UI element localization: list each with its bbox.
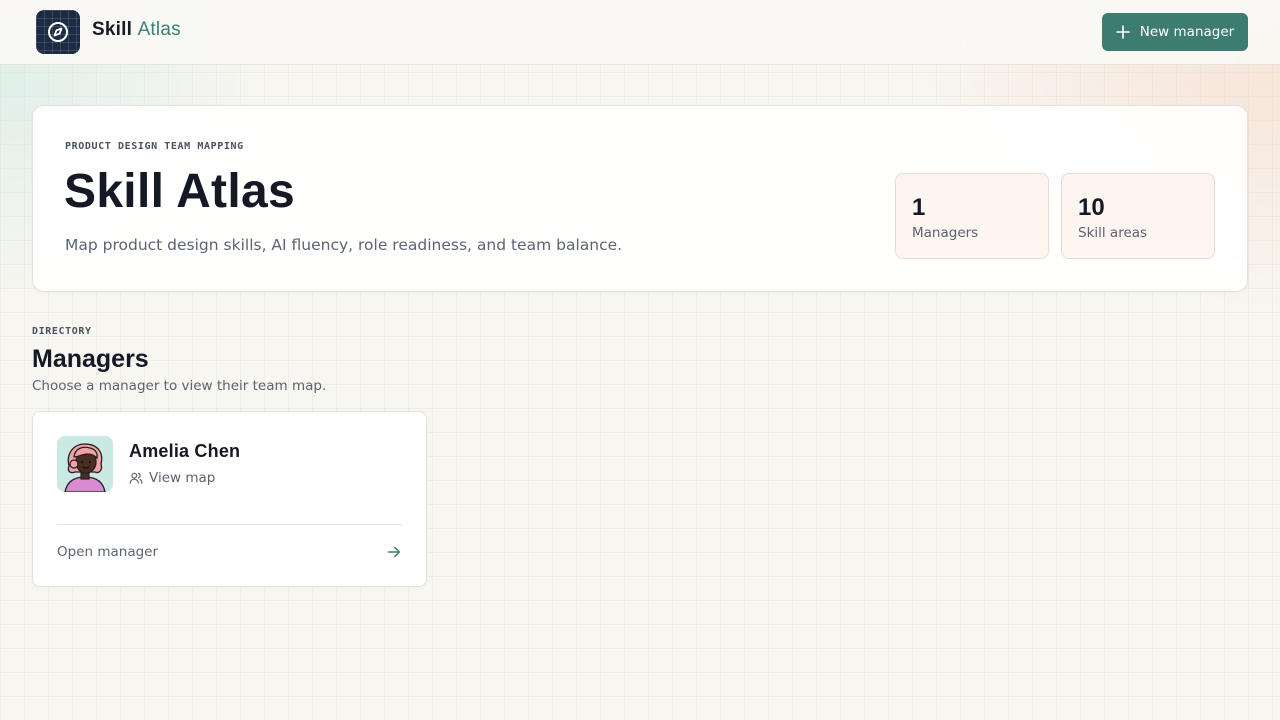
users-icon: [129, 472, 143, 484]
stat-managers: 1 Managers: [895, 173, 1049, 259]
brand-accent: Atlas: [137, 19, 181, 40]
avatar: [57, 436, 113, 492]
compass-icon: [48, 22, 68, 42]
directory-eyebrow: DIRECTORY: [32, 326, 92, 337]
stat-value: 1: [912, 194, 926, 221]
directory-subtitle: Choose a manager to view their team map.: [32, 378, 327, 394]
hero-eyebrow: PRODUCT DESIGN TEAM MAPPING: [65, 141, 244, 152]
stat-value: 10: [1078, 194, 1105, 221]
card-divider: [57, 524, 403, 525]
hero-card: PRODUCT DESIGN TEAM MAPPING Skill Atlas …: [32, 105, 1248, 292]
avatar-illustration: [57, 436, 113, 492]
view-map-label: View map: [149, 470, 216, 486]
brand-primary: Skill: [92, 19, 133, 40]
page-title: Skill Atlas: [64, 165, 295, 218]
manager-name: Amelia Chen: [129, 441, 241, 461]
new-manager-label: New manager: [1139, 24, 1235, 40]
arrow-right-icon[interactable]: [385, 543, 403, 561]
brand-name[interactable]: Skill Atlas: [92, 19, 181, 41]
stat-label: Skill areas: [1078, 225, 1148, 241]
app-logo[interactable]: [36, 10, 80, 54]
directory-title: Managers: [32, 345, 149, 373]
view-map-link[interactable]: View map: [129, 470, 215, 486]
plus-icon: [1115, 25, 1130, 39]
manager-card[interactable]: Amelia Chen View map Open manager: [32, 411, 427, 587]
new-manager-button[interactable]: New manager: [1102, 13, 1248, 51]
stat-skill-areas: 10 Skill areas: [1061, 173, 1215, 259]
stat-label: Managers: [912, 225, 979, 241]
hero-subtitle: Map product design skills, AI fluency, r…: [65, 236, 623, 254]
open-manager-label[interactable]: Open manager: [57, 544, 158, 560]
top-bar: Skill Atlas New manager: [0, 0, 1280, 65]
